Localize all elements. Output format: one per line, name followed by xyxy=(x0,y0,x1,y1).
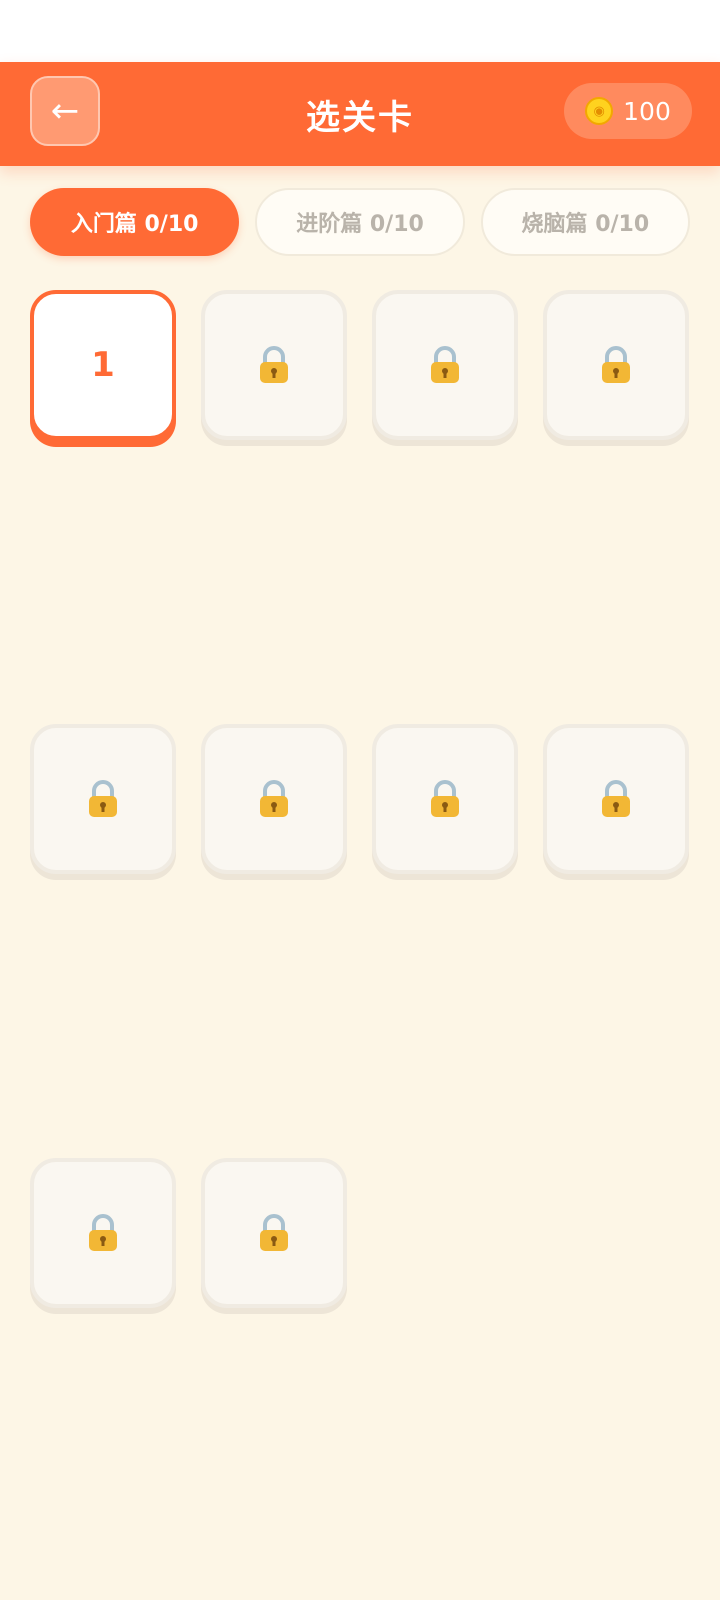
level-tile-8[interactable] xyxy=(543,724,689,874)
coin-icon: ◉ xyxy=(585,97,614,125)
level-tile-1[interactable]: 1 xyxy=(30,290,176,440)
tab-brain-burner[interactable]: 烧脑篇 0/10 xyxy=(480,188,691,256)
lock-icon xyxy=(260,780,288,817)
lock-icon xyxy=(260,346,288,383)
level-tile-3[interactable] xyxy=(372,290,518,440)
lock-icon xyxy=(431,780,459,817)
app-header: ← 选关卡 ◉ 100 xyxy=(0,62,720,166)
difficulty-tabs: 入门篇 0/10 进阶篇 0/10 烧脑篇 0/10 xyxy=(0,166,720,256)
level-grid: 1 xyxy=(30,290,689,1308)
tab-beginner[interactable]: 入门篇 0/10 xyxy=(30,188,240,256)
level-tile-6[interactable] xyxy=(201,724,347,874)
lock-icon xyxy=(89,1214,117,1251)
level-tile-9[interactable] xyxy=(30,1158,176,1308)
lock-icon xyxy=(602,780,630,817)
level-tile-2[interactable] xyxy=(201,290,347,440)
level-tile-7[interactable] xyxy=(372,724,518,874)
lock-icon xyxy=(602,346,630,383)
lock-icon xyxy=(260,1214,288,1251)
coin-count: 100 xyxy=(623,96,671,126)
tab-advanced[interactable]: 进阶篇 0/10 xyxy=(255,188,465,256)
coin-balance: ◉ 100 xyxy=(564,83,692,139)
arrow-left-icon: ← xyxy=(50,91,80,131)
status-bar-space xyxy=(0,0,720,62)
lock-icon xyxy=(89,780,117,817)
lock-icon xyxy=(431,346,459,383)
level-tile-4[interactable] xyxy=(543,290,689,440)
level-tile-5[interactable] xyxy=(30,724,176,874)
page-title: 选关卡 xyxy=(306,97,414,138)
level-tile-10[interactable] xyxy=(201,1158,347,1308)
back-button[interactable]: ← xyxy=(30,76,100,146)
